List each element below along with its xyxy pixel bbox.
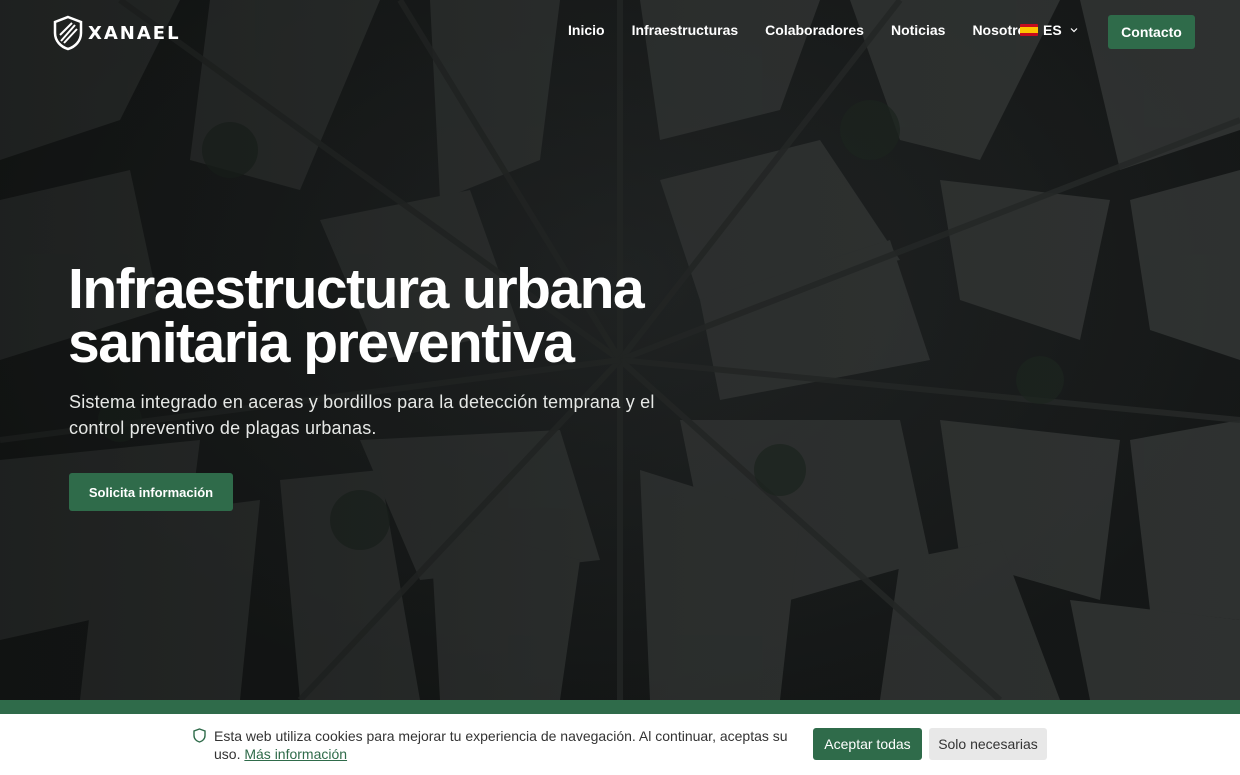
accept-all-button[interactable]: Aceptar todas xyxy=(813,728,922,760)
cookie-message: Esta web utiliza cookies para mejorar tu… xyxy=(214,727,804,763)
nav-link-colaboradores[interactable]: Colaboradores xyxy=(765,22,864,38)
more-info-link[interactable]: Más información xyxy=(244,746,347,762)
request-info-button[interactable]: Solicita información xyxy=(69,473,233,511)
hero-title: Infraestructura urbana sanitaria prevent… xyxy=(68,261,768,372)
contact-button[interactable]: Contacto xyxy=(1108,15,1195,49)
hero-subtitle: Sistema integrado en aceras y bordillos … xyxy=(69,392,655,438)
top-navigation: XANAEL Inicio Infraestructuras Colaborad… xyxy=(0,0,1240,64)
accent-strip xyxy=(0,700,1240,714)
shield-icon xyxy=(193,728,206,743)
brand-name: XANAEL xyxy=(88,22,181,44)
nav-links: Inicio Infraestructuras Colaboradores No… xyxy=(568,22,1061,38)
language-code: ES xyxy=(1043,22,1062,38)
only-necessary-button[interactable]: Solo necesarias xyxy=(929,728,1047,760)
logo-shield-icon xyxy=(53,15,83,51)
nav-link-infraestructuras[interactable]: Infraestructuras xyxy=(632,22,739,38)
spain-flag-icon xyxy=(1020,24,1038,36)
nav-link-inicio[interactable]: Inicio xyxy=(568,22,605,38)
nav-link-noticias[interactable]: Noticias xyxy=(891,22,945,38)
cookie-banner: Esta web utiliza cookies para mejorar tu… xyxy=(0,714,1240,775)
language-selector[interactable]: ES xyxy=(1020,22,1078,38)
hero-title-line-2: sanitaria preventiva xyxy=(68,311,575,375)
hero-section: XANAEL Inicio Infraestructuras Colaborad… xyxy=(0,0,1240,700)
logo[interactable]: XANAEL xyxy=(52,15,181,51)
chevron-down-icon xyxy=(1070,28,1078,33)
